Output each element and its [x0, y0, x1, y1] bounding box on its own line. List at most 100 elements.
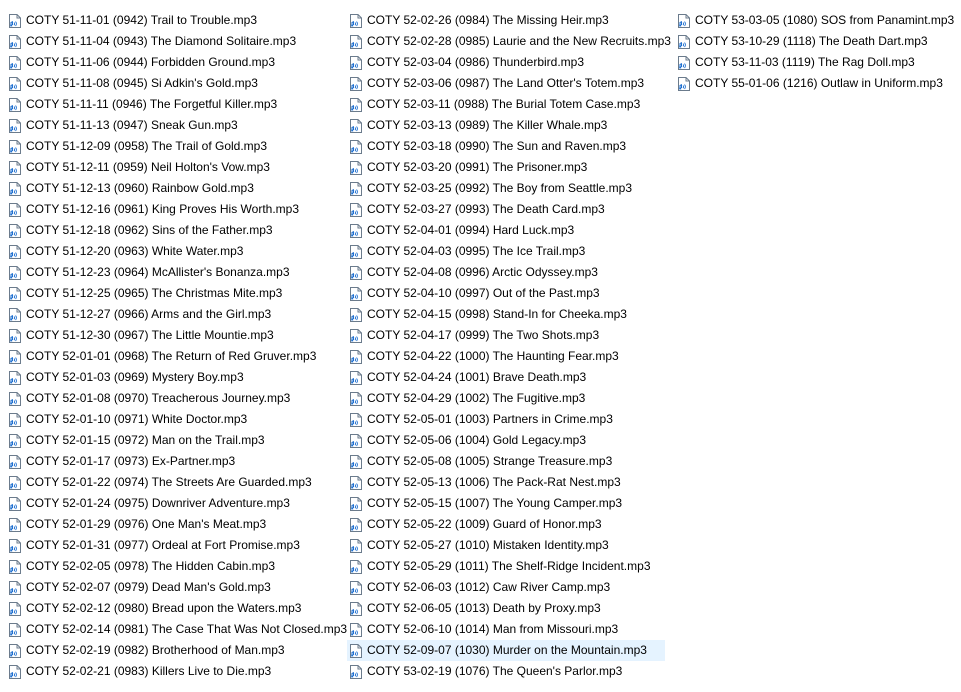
file-item[interactable]: COTY 52-02-14 (0981) The Case That Was N… — [6, 619, 347, 640]
file-item[interactable]: COTY 52-09-07 (1030) Murder on the Mount… — [347, 640, 665, 661]
audio-file-icon — [350, 181, 367, 196]
file-item[interactable]: COTY 52-04-17 (0999) The Two Shots.mp3 — [347, 325, 665, 346]
file-item[interactable]: COTY 53-10-29 (1118) The Death Dart.mp3 — [675, 31, 955, 52]
file-item[interactable]: COTY 51-12-11 (0959) Neil Holton's Vow.m… — [6, 157, 340, 178]
audio-file-icon — [9, 517, 26, 532]
file-item[interactable]: COTY 51-12-18 (0962) Sins of the Father.… — [6, 220, 340, 241]
file-item[interactable]: COTY 51-12-16 (0961) King Proves His Wor… — [6, 199, 340, 220]
audio-file-icon — [9, 223, 26, 238]
file-item[interactable]: COTY 52-04-24 (1001) Brave Death.mp3 — [347, 367, 665, 388]
file-item[interactable]: COTY 52-01-01 (0968) The Return of Red G… — [6, 346, 340, 367]
file-item[interactable]: COTY 51-12-30 (0967) The Little Mountie.… — [6, 325, 340, 346]
audio-file-icon — [9, 328, 26, 343]
file-item[interactable]: COTY 52-05-29 (1011) The Shelf-Ridge Inc… — [347, 556, 665, 577]
file-item[interactable]: COTY 51-12-27 (0966) Arms and the Girl.m… — [6, 304, 340, 325]
file-item[interactable]: COTY 52-02-21 (0983) Killers Live to Die… — [6, 661, 340, 682]
file-item[interactable]: COTY 52-04-22 (1000) The Haunting Fear.m… — [347, 346, 665, 367]
file-item[interactable]: COTY 51-11-01 (0942) Trail to Trouble.mp… — [6, 10, 340, 31]
file-item[interactable]: COTY 52-04-08 (0996) Arctic Odyssey.mp3 — [347, 262, 665, 283]
file-item[interactable]: COTY 52-04-15 (0998) Stand-In for Cheeka… — [347, 304, 665, 325]
audio-file-icon — [350, 622, 367, 637]
file-item[interactable]: COTY 52-05-08 (1005) Strange Treasure.mp… — [347, 451, 665, 472]
file-name: COTY 52-03-06 (0987) The Land Otter's To… — [367, 76, 645, 90]
file-item[interactable]: COTY 52-01-15 (0972) Man on the Trail.mp… — [6, 430, 340, 451]
file-item[interactable]: COTY 52-04-10 (0997) Out of the Past.mp3 — [347, 283, 665, 304]
file-item[interactable]: COTY 52-05-15 (1007) The Young Camper.mp… — [347, 493, 665, 514]
file-item[interactable]: COTY 52-03-25 (0992) The Boy from Seattl… — [347, 178, 665, 199]
file-item[interactable]: COTY 52-05-06 (1004) Gold Legacy.mp3 — [347, 430, 665, 451]
file-name: COTY 52-05-27 (1010) Mistaken Identity.m… — [367, 538, 609, 552]
file-item[interactable]: COTY 51-11-08 (0945) Si Adkin's Gold.mp3 — [6, 73, 340, 94]
file-item[interactable]: COTY 52-02-07 (0979) Dead Man's Gold.mp3 — [6, 577, 340, 598]
file-item[interactable]: COTY 51-12-25 (0965) The Christmas Mite.… — [6, 283, 340, 304]
file-item[interactable]: COTY 52-03-06 (0987) The Land Otter's To… — [347, 73, 665, 94]
file-item[interactable]: COTY 52-04-01 (0994) Hard Luck.mp3 — [347, 220, 665, 241]
file-name: COTY 52-02-19 (0982) Brotherhood of Man.… — [26, 643, 285, 657]
file-item[interactable]: COTY 52-03-18 (0990) The Sun and Raven.m… — [347, 136, 665, 157]
file-item[interactable]: COTY 51-12-23 (0964) McAllister's Bonanz… — [6, 262, 340, 283]
file-item[interactable]: COTY 52-04-29 (1002) The Fugitive.mp3 — [347, 388, 665, 409]
file-item[interactable]: COTY 52-05-01 (1003) Partners in Crime.m… — [347, 409, 665, 430]
file-item[interactable]: COTY 52-01-08 (0970) Treacherous Journey… — [6, 388, 340, 409]
audio-file-icon — [9, 559, 26, 574]
file-name: COTY 52-02-07 (0979) Dead Man's Gold.mp3 — [26, 580, 271, 594]
audio-file-icon — [9, 643, 26, 658]
file-item[interactable]: COTY 52-01-29 (0976) One Man's Meat.mp3 — [6, 514, 340, 535]
file-name: COTY 52-03-27 (0993) The Death Card.mp3 — [367, 202, 605, 216]
file-item[interactable]: COTY 51-12-13 (0960) Rainbow Gold.mp3 — [6, 178, 340, 199]
file-item[interactable]: COTY 52-03-20 (0991) The Prisoner.mp3 — [347, 157, 665, 178]
audio-file-icon — [350, 286, 367, 301]
file-item[interactable]: COTY 52-01-10 (0971) White Doctor.mp3 — [6, 409, 340, 430]
file-name: COTY 52-03-04 (0986) Thunderbird.mp3 — [367, 55, 585, 69]
file-item[interactable]: COTY 53-02-19 (1076) The Queen's Parlor.… — [347, 661, 665, 682]
file-item[interactable]: COTY 52-02-05 (0978) The Hidden Cabin.mp… — [6, 556, 340, 577]
file-item[interactable]: COTY 52-05-22 (1009) Guard of Honor.mp3 — [347, 514, 665, 535]
file-item[interactable]: COTY 51-11-06 (0944) Forbidden Ground.mp… — [6, 52, 340, 73]
file-item[interactable]: COTY 52-03-04 (0986) Thunderbird.mp3 — [347, 52, 665, 73]
file-item[interactable]: COTY 52-01-24 (0975) Downriver Adventure… — [6, 493, 340, 514]
audio-file-icon — [9, 13, 26, 28]
file-item[interactable]: COTY 51-11-04 (0943) The Diamond Solitai… — [6, 31, 340, 52]
audio-file-icon — [350, 139, 367, 154]
file-name: COTY 52-04-17 (0999) The Two Shots.mp3 — [367, 328, 600, 342]
audio-file-icon — [9, 433, 26, 448]
file-item[interactable]: COTY 52-02-19 (0982) Brotherhood of Man.… — [6, 640, 340, 661]
file-item[interactable]: COTY 52-03-13 (0989) The Killer Whale.mp… — [347, 115, 665, 136]
file-name: COTY 52-02-21 (0983) Killers Live to Die… — [26, 664, 272, 678]
file-item[interactable]: COTY 51-11-11 (0946) The Forgetful Kille… — [6, 94, 340, 115]
file-item[interactable]: COTY 52-06-10 (1014) Man from Missouri.m… — [347, 619, 665, 640]
file-item[interactable]: COTY 52-05-13 (1006) The Pack-Rat Nest.m… — [347, 472, 665, 493]
file-item[interactable]: COTY 52-01-22 (0974) The Streets Are Gua… — [6, 472, 340, 493]
file-item[interactable]: COTY 52-01-17 (0973) Ex-Partner.mp3 — [6, 451, 340, 472]
audio-file-icon — [9, 118, 26, 133]
audio-file-icon — [9, 601, 26, 616]
file-name: COTY 53-03-05 (1080) SOS from Panamint.m… — [695, 13, 955, 27]
file-name: COTY 51-12-16 (0961) King Proves His Wor… — [26, 202, 300, 216]
audio-file-icon — [9, 34, 26, 49]
audio-file-icon — [350, 223, 367, 238]
file-name: COTY 52-06-10 (1014) Man from Missouri.m… — [367, 622, 619, 636]
file-item[interactable]: COTY 53-03-05 (1080) SOS from Panamint.m… — [675, 10, 955, 31]
audio-file-icon — [350, 475, 367, 490]
file-name: COTY 52-04-22 (1000) The Haunting Fear.m… — [367, 349, 619, 363]
file-item[interactable]: COTY 52-06-03 (1012) Caw River Camp.mp3 — [347, 577, 665, 598]
file-item[interactable]: COTY 52-05-27 (1010) Mistaken Identity.m… — [347, 535, 665, 556]
audio-file-icon — [350, 76, 367, 91]
file-name: COTY 52-04-29 (1002) The Fugitive.mp3 — [367, 391, 586, 405]
audio-file-icon — [9, 349, 26, 364]
file-item[interactable]: COTY 52-01-31 (0977) Ordeal at Fort Prom… — [6, 535, 340, 556]
file-item[interactable]: COTY 53-11-03 (1119) The Rag Doll.mp3 — [675, 52, 955, 73]
file-item[interactable]: COTY 52-03-11 (0988) The Burial Totem Ca… — [347, 94, 665, 115]
file-item[interactable]: COTY 52-06-05 (1013) Death by Proxy.mp3 — [347, 598, 665, 619]
file-item[interactable]: COTY 51-12-09 (0958) The Trail of Gold.m… — [6, 136, 340, 157]
file-item[interactable]: COTY 52-03-27 (0993) The Death Card.mp3 — [347, 199, 665, 220]
audio-file-icon — [9, 76, 26, 91]
file-item[interactable]: COTY 51-12-20 (0963) White Water.mp3 — [6, 241, 340, 262]
file-item[interactable]: COTY 52-02-26 (0984) The Missing Heir.mp… — [347, 10, 665, 31]
file-item[interactable]: COTY 55-01-06 (1216) Outlaw in Uniform.m… — [675, 73, 955, 94]
file-item[interactable]: COTY 52-01-03 (0969) Mystery Boy.mp3 — [6, 367, 340, 388]
file-item[interactable]: COTY 52-02-28 (0985) Laurie and the New … — [347, 31, 671, 52]
file-item[interactable]: COTY 52-04-03 (0995) The Ice Trail.mp3 — [347, 241, 665, 262]
file-item[interactable]: COTY 51-11-13 (0947) Sneak Gun.mp3 — [6, 115, 340, 136]
file-item[interactable]: COTY 52-02-12 (0980) Bread upon the Wate… — [6, 598, 340, 619]
